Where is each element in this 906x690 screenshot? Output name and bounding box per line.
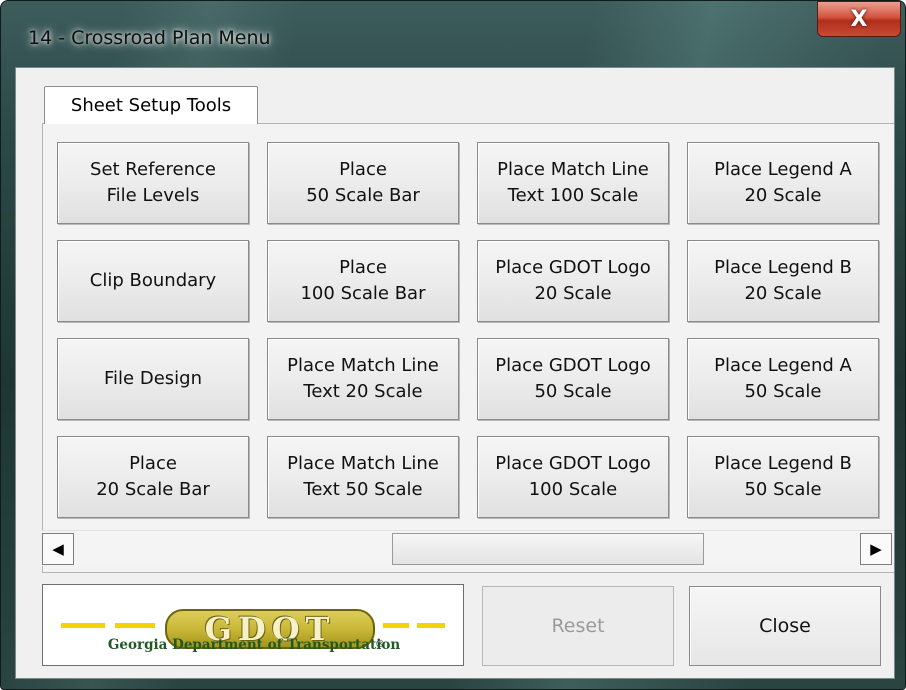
logo-stripe [61,623,105,628]
reset-button[interactable]: Reset [482,586,674,666]
close-button[interactable]: Close [689,586,881,666]
place-match-line-text-50-scale-button[interactable]: Place Match Line Text 50 Scale [267,436,459,518]
place-legend-b-20-scale-button[interactable]: Place Legend B 20 Scale [687,240,879,322]
dialog-window: 14 - Crossroad Plan Menu X Sheet Setup T… [0,0,906,690]
place-match-line-text-100-scale-button[interactable]: Place Match Line Text 100 Scale [477,142,669,224]
place-match-line-text-20-scale-button[interactable]: Place Match Line Text 20 Scale [267,338,459,420]
file-design-button[interactable]: File Design [57,338,249,420]
tab-sheet-setup-tools[interactable]: Sheet Setup Tools [44,86,258,124]
place-100-scale-bar-button[interactable]: Place 100 Scale Bar [267,240,459,322]
place-legend-b-50-scale-button[interactable]: Place Legend B 50 Scale [687,436,879,518]
place-20-scale-bar-button[interactable]: Place 20 Scale Bar [57,436,249,518]
place-50-scale-bar-button[interactable]: Place 50 Scale Bar [267,142,459,224]
logo-stripe [115,623,155,628]
gdot-logo: GDOT ® Georgia Department of Transportat… [42,584,464,666]
place-gdot-logo-100-scale-button[interactable]: Place GDOT Logo 100 Scale [477,436,669,518]
close-icon: X [850,6,868,32]
place-gdot-logo-20-scale-button[interactable]: Place GDOT Logo 20 Scale [477,240,669,322]
tab-panel: Set Reference File Levels Place 50 Scale… [42,123,894,573]
place-gdot-logo-50-scale-button[interactable]: Place GDOT Logo 50 Scale [477,338,669,420]
window-title: 14 - Crossroad Plan Menu [28,27,271,49]
scrollbar-thumb[interactable] [392,533,704,565]
logo-stripe [383,623,409,628]
window-close-button[interactable]: X [817,1,901,37]
place-legend-a-20-scale-button[interactable]: Place Legend A 20 Scale [687,142,879,224]
agency-name: Georgia Department of Transportation [107,637,401,653]
place-legend-a-50-scale-button[interactable]: Place Legend A 50 Scale [687,338,879,420]
horizontal-scrollbar[interactable]: ◀ ▶ [42,530,894,566]
logo-stripe [417,623,445,628]
gdot-logo-band: GDOT ® [53,605,453,650]
scroll-right-arrow-icon[interactable]: ▶ [860,533,892,565]
set-reference-file-levels-button[interactable]: Set Reference File Levels [57,142,249,224]
dialog-client-area: Sheet Setup Tools Set Reference File Lev… [15,67,895,679]
scroll-left-arrow-icon[interactable]: ◀ [42,533,74,565]
clip-boundary-button[interactable]: Clip Boundary [57,240,249,322]
